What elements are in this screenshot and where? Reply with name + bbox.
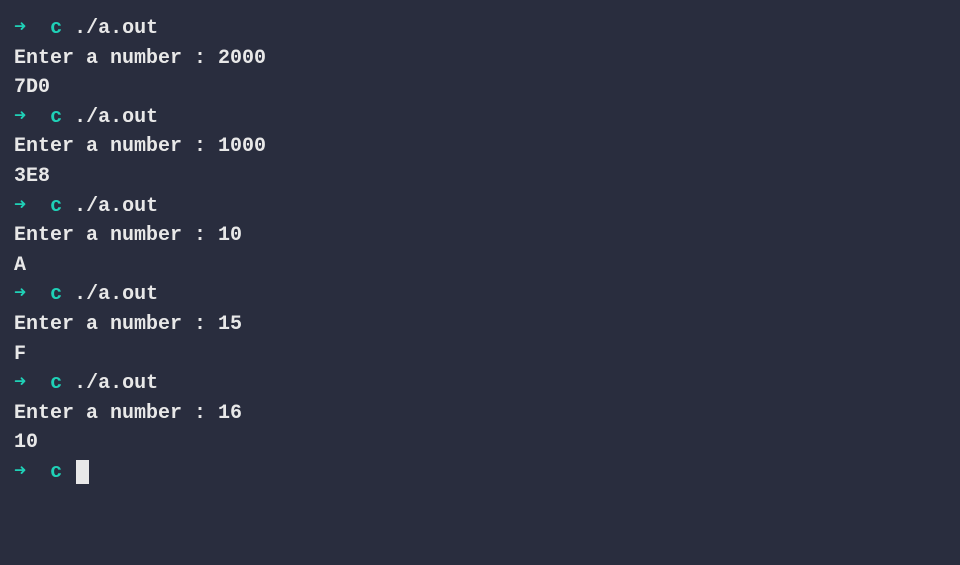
prompt-line[interactable]: ➜ c [14, 458, 946, 488]
user-input: 15 [218, 313, 242, 336]
prompt-arrow: ➜ [14, 461, 26, 484]
prompt-label: Enter a number : [14, 313, 218, 336]
output-line: Enter a number : 2000 [14, 44, 946, 74]
prompt-dir: c [50, 461, 62, 484]
prompt-line: ➜ c ./a.out [14, 103, 946, 133]
prompt-label: Enter a number : [14, 224, 218, 247]
output-line: F [14, 340, 946, 370]
prompt-dir: c [50, 283, 62, 306]
command: ./a.out [74, 17, 158, 40]
output-line: A [14, 251, 946, 281]
user-input: 10 [218, 224, 242, 247]
output-line: Enter a number : 15 [14, 310, 946, 340]
output-line: 3E8 [14, 162, 946, 192]
terminal[interactable]: ➜ c ./a.out Enter a number : 2000 7D0 ➜ … [14, 14, 946, 488]
prompt-label: Enter a number : [14, 135, 218, 158]
prompt-arrow: ➜ [14, 195, 26, 218]
prompt-arrow: ➜ [14, 283, 26, 306]
prompt-line: ➜ c ./a.out [14, 280, 946, 310]
user-input: 1000 [218, 135, 266, 158]
output-line: Enter a number : 10 [14, 221, 946, 251]
result: 10 [14, 431, 38, 454]
output-line: Enter a number : 16 [14, 399, 946, 429]
prompt-label: Enter a number : [14, 47, 218, 70]
result: A [14, 254, 26, 277]
result: F [14, 343, 26, 366]
prompt-dir: c [50, 106, 62, 129]
command: ./a.out [74, 372, 158, 395]
prompt-arrow: ➜ [14, 372, 26, 395]
prompt-line: ➜ c ./a.out [14, 14, 946, 44]
result: 3E8 [14, 165, 50, 188]
prompt-line: ➜ c ./a.out [14, 192, 946, 222]
prompt-line: ➜ c ./a.out [14, 369, 946, 399]
prompt-dir: c [50, 17, 62, 40]
user-input: 16 [218, 402, 242, 425]
output-line: Enter a number : 1000 [14, 132, 946, 162]
command: ./a.out [74, 195, 158, 218]
prompt-arrow: ➜ [14, 17, 26, 40]
user-input: 2000 [218, 47, 266, 70]
prompt-label: Enter a number : [14, 402, 218, 425]
cursor [76, 460, 89, 484]
output-line: 7D0 [14, 73, 946, 103]
command: ./a.out [74, 106, 158, 129]
command: ./a.out [74, 283, 158, 306]
prompt-arrow: ➜ [14, 106, 26, 129]
prompt-dir: c [50, 372, 62, 395]
output-line: 10 [14, 428, 946, 458]
prompt-dir: c [50, 195, 62, 218]
result: 7D0 [14, 76, 50, 99]
